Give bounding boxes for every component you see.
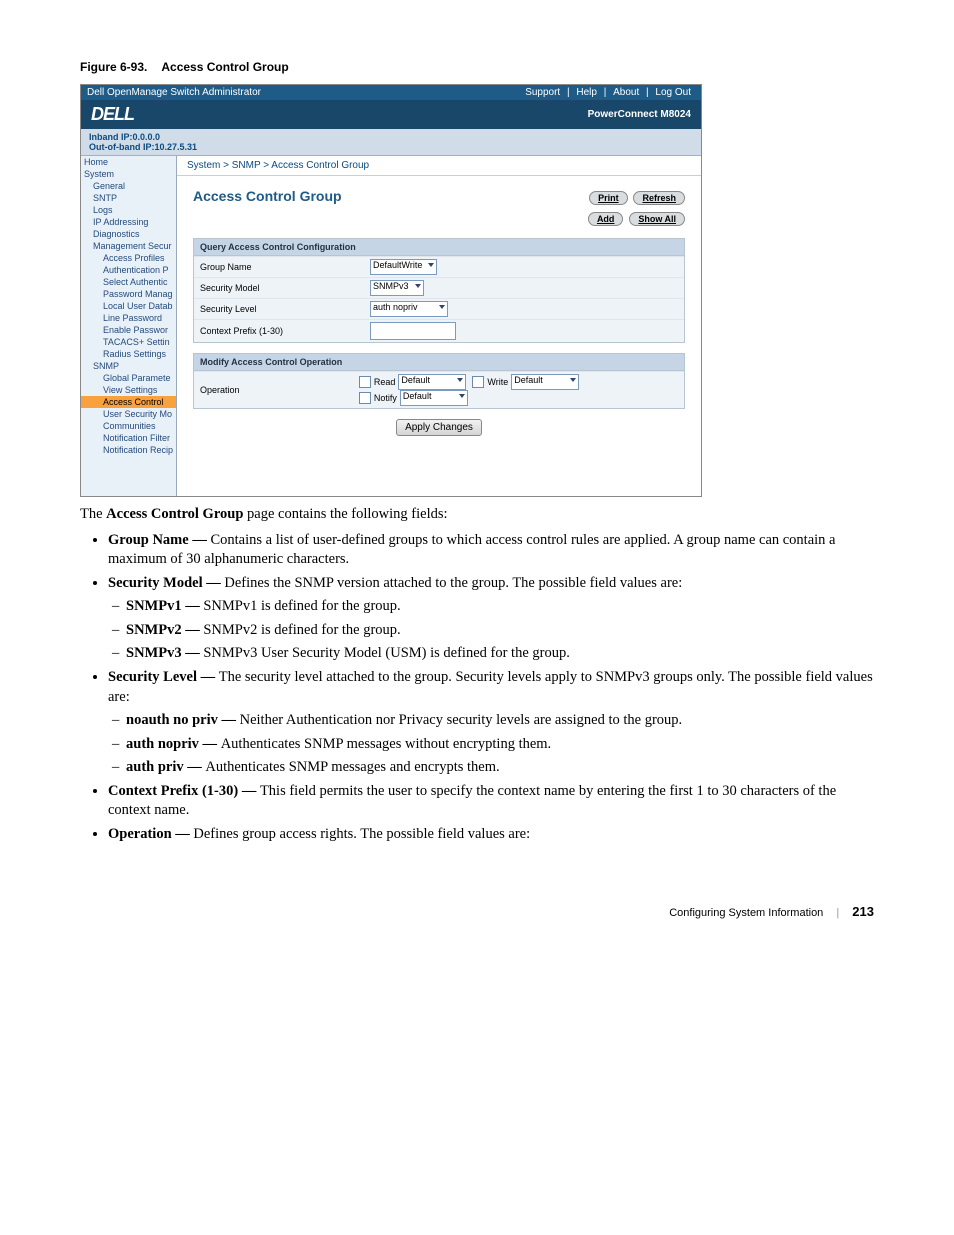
apply-changes-button[interactable]: Apply Changes xyxy=(396,419,482,436)
tree-item[interactable]: Password Manag xyxy=(81,288,176,300)
op-checkbox[interactable] xyxy=(472,376,484,388)
field-subitem: noauth no priv — Neither Authentication … xyxy=(126,711,874,731)
tree-item[interactable]: System xyxy=(81,168,176,180)
print-button[interactable]: Print xyxy=(589,191,628,205)
topbar-links: Support | Help | About | Log Out xyxy=(521,87,695,98)
tree-item[interactable]: Select Authentic xyxy=(81,276,176,288)
field-item: Group Name — Contains a list of user-def… xyxy=(108,531,874,570)
op-select[interactable]: Default xyxy=(511,374,579,390)
security-model-label: Security Model xyxy=(200,283,370,293)
product-model: PowerConnect M8024 xyxy=(588,109,691,120)
tree-item[interactable]: General xyxy=(81,180,176,192)
op-select[interactable]: Default xyxy=(400,390,468,406)
op-name: Read xyxy=(374,377,396,387)
tree-item[interactable]: Authentication P xyxy=(81,264,176,276)
tree-item[interactable]: SNMP xyxy=(81,360,176,372)
query-panel: Query Access Control Configuration Group… xyxy=(193,238,685,343)
context-prefix-label: Context Prefix (1-30) xyxy=(200,326,370,336)
breadcrumb: System > SNMP > Access Control Group xyxy=(177,156,701,176)
figure-number: Figure 6-93. xyxy=(80,60,147,74)
app-title: Dell OpenManage Switch Administrator xyxy=(87,87,261,98)
help-link[interactable]: Help xyxy=(576,87,597,98)
op-name: Notify xyxy=(374,393,397,403)
support-link[interactable]: Support xyxy=(525,87,560,98)
tree-item[interactable]: IP Addressing xyxy=(81,216,176,228)
page-title-row: Access Control Group Print Refresh Add S… xyxy=(193,188,685,226)
security-model-select[interactable]: SNMPv3 xyxy=(370,280,424,296)
intro-text-b: Access Control Group xyxy=(106,506,243,522)
context-prefix-input[interactable] xyxy=(370,322,456,340)
modify-panel: Modify Access Control Operation Operatio… xyxy=(193,353,685,409)
main-area: System > SNMP > Access Control Group Acc… xyxy=(177,156,701,496)
tree-item[interactable]: Radius Settings xyxy=(81,348,176,360)
field-item: Security Model — Defines the SNMP versio… xyxy=(108,574,874,664)
dell-logo: DELL xyxy=(91,104,134,125)
modify-panel-header: Modify Access Control Operation xyxy=(194,354,684,371)
field-item: Operation — Defines group access rights.… xyxy=(108,825,874,845)
ip-bar: Inband IP:0.0.0.0 Out-of-band IP:10.27.5… xyxy=(81,129,701,156)
page-footer: Configuring System Information | 213 xyxy=(80,904,874,919)
field-subitem: SNMPv1 — SNMPv1 is defined for the group… xyxy=(126,597,874,617)
tree-item[interactable]: Logs xyxy=(81,204,176,216)
query-panel-header: Query Access Control Configuration xyxy=(194,239,684,256)
tree-item[interactable]: Home xyxy=(81,156,176,168)
tree-item[interactable]: Notification Filter xyxy=(81,432,176,444)
tree-item[interactable]: Enable Passwor xyxy=(81,324,176,336)
field-subitem: SNMPv3 — SNMPv3 User Security Model (USM… xyxy=(126,644,874,664)
tree-item[interactable]: SNTP xyxy=(81,192,176,204)
tree-item[interactable]: Notification Recip xyxy=(81,444,176,456)
footer-separator: | xyxy=(836,907,839,919)
tree-item[interactable]: Communities xyxy=(81,420,176,432)
tree-item[interactable]: View Settings xyxy=(81,384,176,396)
page-number: 213 xyxy=(852,904,874,919)
tree-item[interactable]: Global Paramete xyxy=(81,372,176,384)
body-text: The Access Control Group page contains t… xyxy=(80,505,874,844)
field-subitem: auth priv — Authenticates SNMP messages … xyxy=(126,758,874,778)
tree-item[interactable]: TACACS+ Settin xyxy=(81,336,176,348)
refresh-button[interactable]: Refresh xyxy=(633,191,685,205)
field-subitem: auth nopriv — Authenticates SNMP message… xyxy=(126,735,874,755)
security-level-select[interactable]: auth nopriv xyxy=(370,301,448,317)
about-link[interactable]: About xyxy=(613,87,639,98)
op-checkbox[interactable] xyxy=(359,392,371,404)
figure-caption: Figure 6-93. Access Control Group xyxy=(80,60,874,74)
group-name-label: Group Name xyxy=(200,262,370,272)
tree-item[interactable]: Access Profiles xyxy=(81,252,176,264)
intro-text-c: page contains the following fields: xyxy=(243,506,447,522)
op-name: Write xyxy=(487,377,508,387)
intro-text-a: The xyxy=(80,506,106,522)
app-titlebar: Dell OpenManage Switch Administrator Sup… xyxy=(81,85,701,100)
tree-item[interactable]: Access Control xyxy=(81,396,176,408)
tree-item[interactable]: User Security Mo xyxy=(81,408,176,420)
tree-item[interactable]: Diagnostics xyxy=(81,228,176,240)
op-select[interactable]: Default xyxy=(398,374,466,390)
tree-item[interactable]: Line Password xyxy=(81,312,176,324)
tree-item[interactable]: Management Secur xyxy=(81,240,176,252)
nav-tree[interactable]: HomeSystemGeneralSNTPLogsIP AddressingDi… xyxy=(81,156,177,496)
oob-ip: Out-of-band IP:10.27.5.31 xyxy=(89,142,693,152)
op-checkbox[interactable] xyxy=(359,376,371,388)
page-title: Access Control Group xyxy=(193,188,342,204)
field-subitem: SNMPv2 — SNMPv2 is defined for the group… xyxy=(126,621,874,641)
branding-bar: DELL PowerConnect M8024 xyxy=(81,100,701,129)
field-item: Context Prefix (1-30) — This field permi… xyxy=(108,782,874,821)
add-button[interactable]: Add xyxy=(588,212,624,226)
tree-item[interactable]: Local User Datab xyxy=(81,300,176,312)
figure-title: Access Control Group xyxy=(161,60,288,74)
logout-link[interactable]: Log Out xyxy=(655,87,691,98)
security-level-label: Security Level xyxy=(200,304,370,314)
group-name-select[interactable]: DefaultWrite xyxy=(370,259,437,275)
inband-ip: Inband IP:0.0.0.0 xyxy=(89,132,693,142)
operation-label: Operation xyxy=(200,385,359,395)
footer-section: Configuring System Information xyxy=(669,907,823,919)
field-item: Security Level — The security level atta… xyxy=(108,668,874,778)
screenshot: Dell OpenManage Switch Administrator Sup… xyxy=(80,84,702,497)
show-all-button[interactable]: Show All xyxy=(629,212,685,226)
